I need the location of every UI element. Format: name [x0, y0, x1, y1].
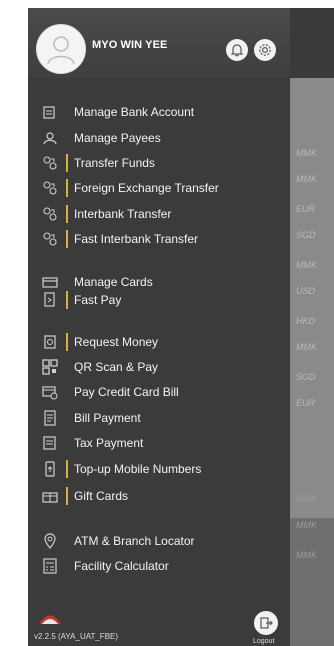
- background-currency-label: HKD: [296, 316, 316, 326]
- avatar[interactable]: [36, 24, 86, 74]
- menu-item-label: Pay Credit Card Bill: [74, 385, 179, 399]
- menu-item-label: Bill Payment: [74, 411, 141, 425]
- menu-item-request-money[interactable]: Request Money: [28, 330, 290, 354]
- user-icon: [47, 36, 75, 65]
- background-currency-label: SGD: [296, 230, 316, 240]
- request-money-icon: [42, 334, 58, 350]
- background-currency-label: MMK: [296, 494, 317, 504]
- logout-label: Logout: [253, 638, 275, 645]
- background-currency-label: EUR: [296, 398, 316, 408]
- menu-item-label: Request Money: [74, 335, 159, 349]
- menu-item-atm-branch-locator[interactable]: ATM & Branch Locator: [28, 529, 290, 553]
- menu-item-label: Manage Cards: [74, 275, 153, 289]
- menu-item-label: QR Scan & Pay: [74, 360, 159, 374]
- drawer-header: MYO WIN YEE: [28, 8, 290, 78]
- menu-accent-bar: [66, 291, 68, 309]
- background-currency-label: MMK: [296, 520, 317, 530]
- tax-icon: [42, 435, 58, 451]
- menu-item-qr-scan-pay[interactable]: QR Scan & Pay: [28, 355, 290, 379]
- logout-button[interactable]: [254, 611, 278, 635]
- location-icon: [42, 533, 58, 549]
- menu-accent-bar: [66, 230, 68, 248]
- gift-card-icon: [42, 488, 58, 504]
- menu-item-pay-credit-card-bill[interactable]: Pay Credit Card Bill: [28, 380, 290, 404]
- menu-item-top-up-mobile-numbers[interactable]: Top-up Mobile Numbers: [28, 457, 290, 481]
- user-name: MYO WIN YEE: [92, 39, 168, 51]
- transfer-icon: [42, 155, 58, 171]
- menu-item-gift-cards[interactable]: Gift Cards: [28, 484, 290, 508]
- bank-logo-icon: [39, 615, 61, 624]
- app-version: v2.2.5 (AYA_UAT_FBE): [34, 632, 119, 641]
- menu-item-label: Gift Cards: [74, 489, 129, 503]
- menu-accent-bar: [66, 179, 68, 197]
- background-currency-label: MMK: [296, 342, 317, 352]
- calculator-icon: [42, 558, 58, 574]
- menu-item-label: Transfer Funds: [74, 156, 155, 170]
- menu-item-tax-payment[interactable]: Tax Payment: [28, 431, 290, 455]
- menu-item-bill-payment[interactable]: Bill Payment: [28, 406, 290, 430]
- menu-accent-bar: [66, 154, 68, 172]
- menu-item-interbank-transfer[interactable]: Interbank Transfer: [28, 202, 290, 226]
- transfer-icon: [42, 206, 58, 222]
- background-currency-label: USD: [296, 286, 316, 296]
- logout-icon: [260, 617, 273, 629]
- menu-accent-bar: [66, 460, 68, 478]
- menu-item-label: Facility Calculator: [74, 559, 169, 573]
- menu-item-label: Interbank Transfer: [74, 207, 172, 221]
- menu-item-label: Fast Interbank Transfer: [74, 232, 199, 246]
- payees-icon: [42, 130, 58, 146]
- background-currency-label: MMK: [296, 550, 317, 560]
- credit-card-bill-icon: [42, 384, 58, 400]
- menu-item-label: Tax Payment: [74, 436, 144, 450]
- bank-account-icon: [42, 104, 58, 120]
- settings-button[interactable]: [254, 39, 276, 61]
- fast-pay-icon: [42, 292, 58, 308]
- menu-item-label: Manage Bank Account: [74, 105, 195, 119]
- app-screen: MMK MMK EUR SGD MMK USD HKD MMK SGD EUR MMK MMK MMK …: [28, 8, 334, 646]
- menu-item-manage-bank-account[interactable]: Manage Bank Account: [28, 100, 290, 124]
- menu-item-facility-calculator[interactable]: Facility Calculator: [28, 554, 290, 578]
- menu-item-transfer-funds[interactable]: Transfer Funds: [28, 151, 290, 175]
- background-currency-label: MMK: [296, 260, 317, 270]
- menu-item-label: Foreign Exchange Transfer: [74, 181, 219, 195]
- transfer-icon: [42, 180, 58, 196]
- menu-item-label: ATM & Branch Locator: [74, 534, 195, 548]
- notification-button[interactable]: [226, 39, 248, 61]
- menu-item-label: Fast Pay: [74, 293, 122, 307]
- menu-item-label: Top-up Mobile Numbers: [74, 462, 202, 476]
- gear-icon: [259, 44, 271, 56]
- menu-accent-bar: [66, 333, 68, 351]
- menu-item-manage-payees[interactable]: Manage Payees: [28, 126, 290, 150]
- background-currency-label: EUR: [296, 204, 316, 214]
- background-currency-label: SGD: [296, 372, 316, 382]
- qr-icon: [42, 359, 58, 375]
- navigation-drawer: MYO WIN YEE Manage Bank Account Manage Pa…: [28, 8, 290, 646]
- bill-icon: [42, 410, 58, 426]
- menu-accent-bar: [66, 487, 68, 505]
- background-currency-label: MMK: [296, 148, 317, 158]
- mobile-topup-icon: [42, 461, 58, 477]
- menu-accent-bar: [66, 205, 68, 223]
- menu-item-label: Manage Payees: [74, 131, 161, 145]
- menu-item-fast-pay[interactable]: Fast Pay: [28, 288, 290, 312]
- bell-icon: [230, 44, 244, 57]
- transfer-icon: [42, 231, 58, 247]
- menu-item-fast-interbank-transfer[interactable]: Fast Interbank Transfer: [28, 227, 290, 251]
- menu-item-foreign-exchange-transfer[interactable]: Foreign Exchange Transfer: [28, 176, 290, 200]
- background-currency-label: MMK: [296, 174, 317, 184]
